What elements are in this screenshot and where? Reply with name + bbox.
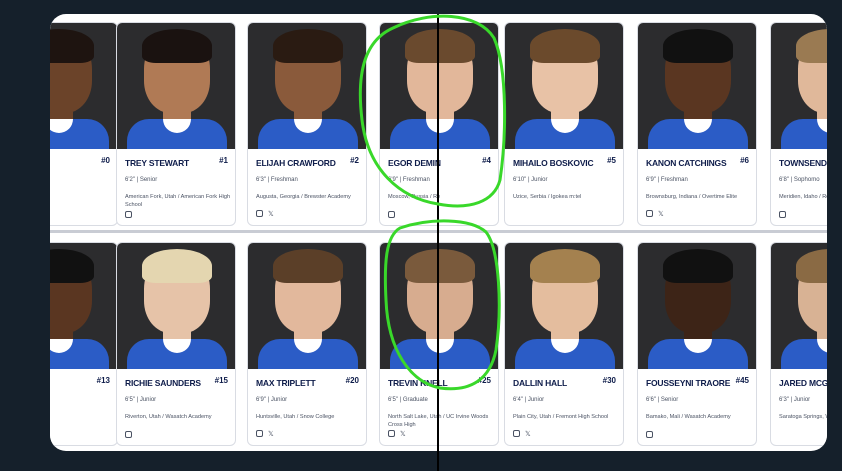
green-circle-egor-demin bbox=[358, 14, 507, 208]
annotation-layer bbox=[358, 14, 507, 391]
green-circle-trevin-knell bbox=[383, 219, 501, 391]
